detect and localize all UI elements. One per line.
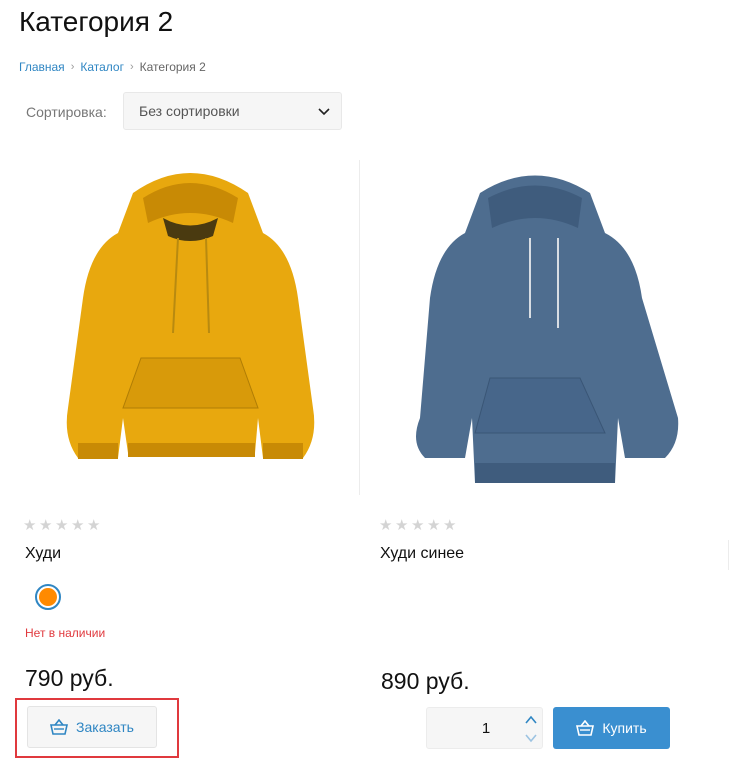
color-swatch-fill: [39, 588, 57, 606]
color-swatch[interactable]: [35, 584, 61, 610]
chevron-down-icon: [318, 108, 330, 116]
product-name[interactable]: Худи синее: [380, 545, 464, 563]
star-icon[interactable]: ★: [411, 518, 426, 533]
hoodie-image: [66, 173, 315, 459]
chevron-up-icon[interactable]: [524, 714, 538, 726]
stock-status: Нет в наличии: [25, 626, 106, 640]
star-icon[interactable]: ★: [23, 518, 38, 533]
order-button-label: Заказать: [76, 719, 134, 735]
star-icon[interactable]: ★: [395, 518, 410, 533]
buy-button-label: Купить: [602, 720, 647, 736]
star-icon[interactable]: ★: [379, 518, 394, 533]
sort-select-value: Без сортировки: [139, 103, 240, 119]
quantity-stepper[interactable]: 1: [426, 707, 543, 749]
product-price: 790 руб.: [25, 665, 114, 691]
rating-stars[interactable]: ★ ★ ★ ★ ★: [379, 518, 458, 533]
product-image[interactable]: [23, 158, 358, 493]
star-icon[interactable]: ★: [443, 518, 458, 533]
basket-icon: [576, 720, 595, 736]
hoodie-image: [416, 175, 679, 483]
sort-select[interactable]: Без сортировки: [123, 92, 342, 130]
star-icon[interactable]: ★: [427, 518, 442, 533]
breadcrumb-home-link[interactable]: Главная: [19, 60, 65, 74]
basket-icon: [50, 719, 69, 735]
rating-stars[interactable]: ★ ★ ★ ★ ★: [23, 518, 102, 533]
star-icon[interactable]: ★: [87, 518, 102, 533]
chevron-right-icon: ›: [129, 61, 134, 73]
card-divider: [728, 540, 729, 570]
product-name[interactable]: Худи: [25, 545, 61, 563]
sort-label: Сортировка:: [26, 104, 107, 120]
page-title: Категория 2: [19, 6, 174, 37]
chevron-right-icon: ›: [70, 61, 75, 73]
breadcrumb-current: Категория 2: [139, 60, 206, 74]
breadcrumb-catalog-link[interactable]: Каталог: [80, 60, 124, 74]
chevron-down-icon[interactable]: [524, 732, 538, 744]
order-button[interactable]: Заказать: [27, 706, 157, 748]
product-image[interactable]: [380, 158, 690, 493]
star-icon[interactable]: ★: [71, 518, 86, 533]
breadcrumb: Главная › Каталог › Категория 2: [19, 60, 206, 74]
product-price: 890 руб.: [381, 668, 470, 694]
card-divider: [359, 160, 360, 495]
star-icon[interactable]: ★: [55, 518, 70, 533]
buy-button[interactable]: Купить: [553, 707, 670, 749]
star-icon[interactable]: ★: [39, 518, 54, 533]
